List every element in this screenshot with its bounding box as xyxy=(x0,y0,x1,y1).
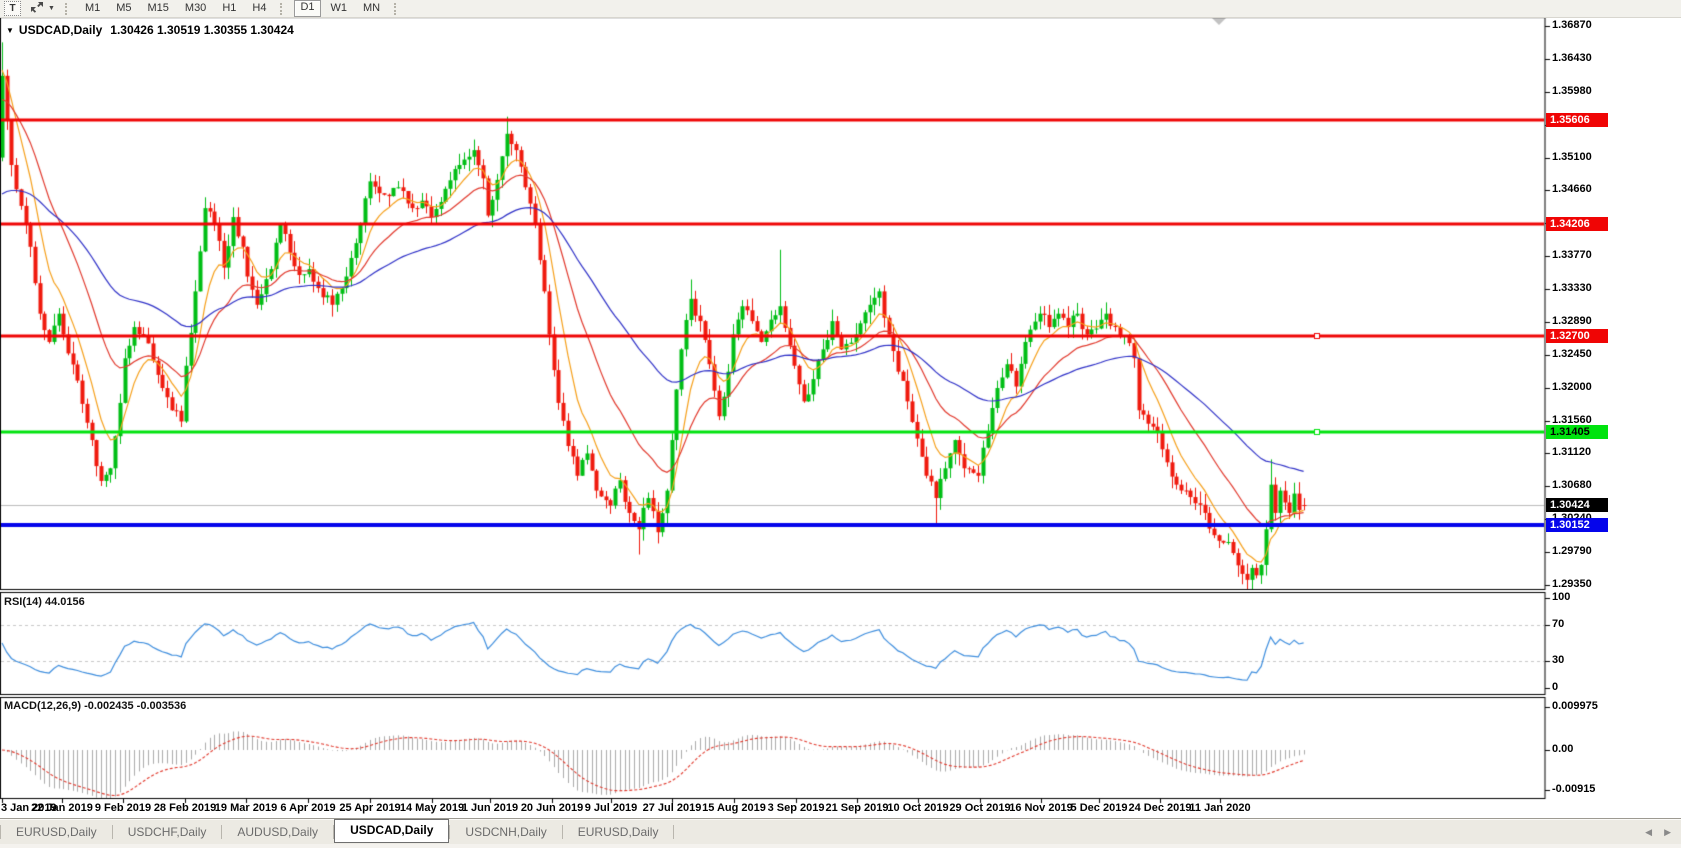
date-axis-label: 3 Sep 2019 xyxy=(768,802,825,814)
date-axis-label: 10 Oct 2019 xyxy=(887,802,948,814)
arrows-icon xyxy=(29,1,45,17)
rsi-axis-tick: 30 xyxy=(1552,654,1564,666)
toolbar-grip xyxy=(280,3,289,15)
timeframe-button-h4[interactable]: H4 xyxy=(246,1,272,16)
text-label-tool-button[interactable]: T xyxy=(1,1,24,16)
price-axis-tick: 1.32450 xyxy=(1552,348,1592,360)
chart-tab-usdcnh-4[interactable]: USDCNH,Daily xyxy=(450,822,561,842)
chart-tab-audusd-2[interactable]: AUDUSD,Daily xyxy=(222,822,333,842)
chart-tab-eurusd-5[interactable]: EURUSD,Daily xyxy=(563,822,674,842)
timeframe-button-m1[interactable]: M1 xyxy=(79,1,106,16)
macd-axis-tick: 0.00 xyxy=(1552,743,1573,755)
date-axis-label: 15 Aug 2019 xyxy=(702,802,766,814)
price-axis-tick: 1.32890 xyxy=(1552,315,1592,327)
symbol-dropdown-icon[interactable]: ▼ xyxy=(6,26,14,35)
price-axis-tick: 1.31560 xyxy=(1552,414,1592,426)
price-axis-tick: 1.36430 xyxy=(1552,52,1592,64)
timeframe-button-group: M1 M5 M15 M30 H1 H4 D1 W1MN xyxy=(77,0,406,17)
date-axis-label: 25 Apr 2019 xyxy=(339,802,400,814)
chart-tab-eurusd-0[interactable]: EURUSD,Daily xyxy=(1,822,112,842)
price-axis-tick: 1.30680 xyxy=(1552,479,1592,491)
chart-canvas[interactable] xyxy=(0,0,1681,816)
date-axis-label: 29 Oct 2019 xyxy=(949,802,1010,814)
chart-tab-usdchf-1[interactable]: USDCHF,Daily xyxy=(113,822,222,842)
date-axis-label: 24 Dec 2019 xyxy=(1129,802,1192,814)
date-axis-label: 21 Sep 2019 xyxy=(826,802,889,814)
tab-scroll-left-icon[interactable]: ◀ xyxy=(1645,827,1652,838)
timeframe-button-w1[interactable]: W1 xyxy=(325,1,354,16)
chart-symbol-label: USDCAD,Daily xyxy=(19,23,102,37)
timeframe-button-h1[interactable]: H1 xyxy=(216,1,242,16)
price-axis-tick: 1.33770 xyxy=(1552,249,1592,261)
timeframe-button-m5[interactable]: M5 xyxy=(110,1,137,16)
toolbar-grip xyxy=(394,3,403,15)
date-axis-label: 27 Jul 2019 xyxy=(643,802,702,814)
macd-axis-tick: 0.009975 xyxy=(1552,700,1598,712)
timeframe-button-m30[interactable]: M30 xyxy=(179,1,212,16)
rsi-indicator-label: RSI(14) 44.0156 xyxy=(4,596,85,608)
date-axis-label: 22 Jan 2019 xyxy=(31,802,93,814)
macd-axis-tick: -0.00915 xyxy=(1552,783,1595,795)
price-level-label: 1.32700 xyxy=(1546,329,1608,343)
price-axis-tick: 1.33330 xyxy=(1552,282,1592,294)
chart-tab-bar: EURUSD,DailyUSDCHF,DailyAUDUSD,DailyUSDC… xyxy=(0,818,1681,845)
date-axis-label: 28 Feb 2019 xyxy=(154,802,216,814)
tab-separator xyxy=(673,825,674,839)
tab-scroll-controls: ◀ ▶ xyxy=(1645,827,1671,838)
date-axis-label: 9 Feb 2019 xyxy=(95,802,151,814)
macd-indicator-label: MACD(12,26,9) -0.002435 -0.003536 xyxy=(4,700,186,712)
rsi-axis-tick: 70 xyxy=(1552,618,1564,630)
tab-scroll-right-icon[interactable]: ▶ xyxy=(1664,827,1671,838)
date-axis-label: 1 Jun 2019 xyxy=(462,802,518,814)
price-axis-tick: 1.29350 xyxy=(1552,578,1592,590)
price-axis-tick: 1.31120 xyxy=(1552,446,1591,458)
price-level-label: 1.34206 xyxy=(1546,217,1608,231)
current-price-label: 1.30424 xyxy=(1546,498,1608,512)
arrows-tool-button[interactable]: ▼ xyxy=(26,1,58,16)
status-strip xyxy=(0,844,1681,848)
date-axis-label: 6 Apr 2019 xyxy=(280,802,335,814)
price-level-label: 1.31405 xyxy=(1546,425,1608,439)
price-level-label: 1.35606 xyxy=(1546,113,1608,127)
toolbar: T ▼ M1 M5 M15 M30 H1 H4 D1 W1MN xyxy=(0,0,1681,18)
chart-title: ▼ USDCAD,Daily 1.30426 1.30519 1.30355 1.3… xyxy=(6,23,294,37)
arrows-dropdown-caret-icon[interactable]: ▼ xyxy=(48,5,55,12)
price-axis-tick: 1.35980 xyxy=(1552,85,1592,97)
date-axis-label: 20 Jun 2019 xyxy=(521,802,583,814)
text-tool-icon: T xyxy=(4,1,21,16)
timeframe-button-m15[interactable]: M15 xyxy=(142,1,175,16)
toolbar-grip xyxy=(65,3,74,15)
timeframe-button-mn[interactable]: MN xyxy=(357,1,386,16)
price-axis-tick: 1.35100 xyxy=(1552,151,1592,163)
chart-tab-usdcad-3[interactable]: USDCAD,Daily xyxy=(334,819,449,843)
price-axis-tick: 1.34660 xyxy=(1552,183,1592,195)
date-axis-label: 5 Dec 2019 xyxy=(1071,802,1128,814)
price-level-label: 1.30152 xyxy=(1546,518,1608,532)
date-axis-label: 19 Mar 2019 xyxy=(215,802,277,814)
date-axis-label: 16 Nov 2019 xyxy=(1009,802,1073,814)
price-axis-tick: 1.32000 xyxy=(1552,381,1592,393)
rsi-axis-tick: 100 xyxy=(1552,591,1570,603)
date-axis-label: 14 May 2019 xyxy=(400,802,464,814)
timeframe-button-d1[interactable]: D1 xyxy=(294,0,320,17)
date-axis-label: 11 Jan 2020 xyxy=(1189,802,1250,814)
price-axis-tick: 1.29790 xyxy=(1552,545,1592,557)
date-axis-label: 9 Jul 2019 xyxy=(585,802,638,814)
price-axis-tick: 1.36870 xyxy=(1552,19,1592,31)
chart-ohlc-values: 1.30426 1.30519 1.30355 1.30424 xyxy=(110,23,294,37)
rsi-axis-tick: 0 xyxy=(1552,681,1558,693)
trading-terminal-window: { "icons": { "dropdown_triangle": "▼", "… xyxy=(0,0,1681,848)
